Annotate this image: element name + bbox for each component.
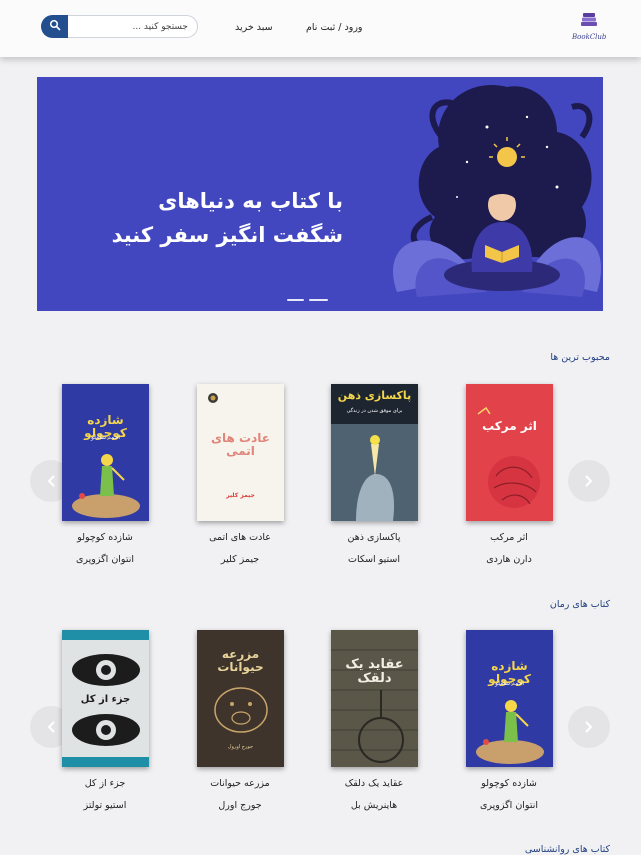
little-prince-illustration xyxy=(476,700,544,764)
book-card[interactable]: عقاید یک دلقک عقاید یک دلقک هاینریش بل xyxy=(331,630,418,811)
book-author[interactable]: استیو تولتز xyxy=(50,800,160,811)
chevron-left-icon xyxy=(47,475,55,487)
book-author[interactable]: استیو اسکات xyxy=(319,554,429,565)
section-title-novels[interactable]: کتاب های رمان xyxy=(550,599,610,610)
books-logo-icon xyxy=(581,13,597,26)
cover-title: عقاید یک دلقک xyxy=(345,657,404,687)
book-cover[interactable]: جزء از کل xyxy=(62,630,149,767)
book-cover[interactable]: شازده کوچولو احمد شاملو xyxy=(62,384,149,521)
banner-headline: با کتاب به دنیاهای شگفت انگیز سفر کنید xyxy=(112,184,343,252)
cover-title: اثر مرکب xyxy=(482,419,537,433)
book-card[interactable]: اثر مرکب اثر مرکب دارن هاردی xyxy=(466,384,553,565)
carousel-dot-1[interactable] xyxy=(287,299,304,301)
carousel-next-button[interactable] xyxy=(568,460,610,502)
book-cover[interactable]: عقاید یک دلقک xyxy=(331,630,418,767)
book-author[interactable]: جورج اورل xyxy=(185,800,295,811)
book-card[interactable]: پاکسازی ذهن برای موفق شدن در زندگی پاکسا… xyxy=(331,384,418,565)
book-cover[interactable]: عادت های اتمی جیمز کلیر xyxy=(197,384,284,521)
book-card[interactable]: جزء از کل جزء از کل استیو تولتز xyxy=(62,630,149,811)
chevron-right-icon xyxy=(585,721,593,733)
login-register-link[interactable]: ورود / ثبت نام xyxy=(306,22,363,33)
search-icon xyxy=(49,19,60,31)
chevron-left-icon xyxy=(47,721,55,733)
book-card[interactable]: مزرعه حیوانات جورج اورول مزرعه حیوانات ج… xyxy=(197,630,284,811)
cover-title: مزرعه حیوانات xyxy=(217,647,264,675)
carousel-dot-2[interactable] xyxy=(309,299,328,301)
book-title[interactable]: شازده کوچولو xyxy=(50,532,160,543)
search-input[interactable] xyxy=(63,15,198,38)
book-title[interactable]: عادت های اتمی xyxy=(185,532,295,543)
cover-title: جزء از کل xyxy=(80,694,131,705)
book-cover[interactable]: پاکسازی ذهن برای موفق شدن در زندگی xyxy=(331,384,418,521)
chevron-right-icon xyxy=(585,475,593,487)
book-cover[interactable]: شازده کوچولو احمد شاملو xyxy=(466,630,553,767)
hero-banner[interactable]: با کتاب به دنیاهای شگفت انگیز سفر کنید xyxy=(37,77,603,311)
section-title-psychology[interactable]: کتاب های روانشناسی xyxy=(525,844,610,855)
book-title[interactable]: جزء از کل xyxy=(50,778,160,789)
head-illustration xyxy=(331,384,418,521)
cover-subtitle: جورج اورول xyxy=(227,744,254,750)
cover-title: پاکسازی ذهن xyxy=(337,389,412,402)
logo[interactable]: BookClub xyxy=(572,12,606,44)
logo-text: BookClub xyxy=(572,33,607,41)
book-author[interactable]: هاینریش بل xyxy=(319,800,429,811)
book-title[interactable]: مزرعه حیوانات xyxy=(185,778,295,789)
book-title[interactable]: اثر مرکب xyxy=(454,532,564,543)
book-title[interactable]: عقاید یک دلقک xyxy=(319,778,429,789)
search-button[interactable] xyxy=(41,15,68,38)
banner-line-2: شگفت انگیز سفر کنید xyxy=(111,223,343,247)
carousel-next-button[interactable] xyxy=(568,706,610,748)
book-author[interactable]: دارن هاردی xyxy=(454,554,564,565)
cover-subtitle: برای موفق شدن در زندگی xyxy=(346,408,403,414)
brain-illustration xyxy=(477,406,540,508)
cart-link[interactable]: سبد خرید xyxy=(235,22,273,33)
book-title[interactable]: شازده کوچولو xyxy=(454,778,564,789)
book-author[interactable]: جیمز کلیر xyxy=(185,554,295,565)
little-prince-illustration xyxy=(72,454,140,518)
search-bar xyxy=(41,15,198,38)
book-card[interactable]: عادت های اتمی جیمز کلیر عادت های اتمی جی… xyxy=(197,384,284,565)
book-cover[interactable]: اثر مرکب xyxy=(466,384,553,521)
book-author[interactable]: انتوان اگزوپری xyxy=(454,800,564,811)
site-header: BookClub ورود / ثبت نام سبد خرید xyxy=(0,0,641,57)
cover-subtitle: احمد شاملو xyxy=(90,434,121,441)
section-title-popular[interactable]: محبوب ترین ها xyxy=(550,352,610,363)
book-card[interactable]: شازده کوچولو احمد شاملو شازده کوچولو انت… xyxy=(466,630,553,811)
cover-subtitle: جیمز کلیر xyxy=(226,492,255,499)
book-cover[interactable]: مزرعه حیوانات جورج اورول xyxy=(197,630,284,767)
book-title[interactable]: پاکسازی ذهن xyxy=(319,532,429,543)
book-author[interactable]: انتوان اگزوپری xyxy=(50,554,160,565)
banner-line-1: با کتاب به دنیاهای xyxy=(158,189,343,213)
publisher-seal-icon xyxy=(208,393,218,403)
book-card[interactable]: شازده کوچولو احمد شاملو شازده کوچولو انت… xyxy=(62,384,149,565)
cover-title: عادت های اتمی xyxy=(211,431,270,459)
bicycle-wall-illustration xyxy=(331,649,418,763)
cover-subtitle: احمد شاملو xyxy=(494,680,525,687)
